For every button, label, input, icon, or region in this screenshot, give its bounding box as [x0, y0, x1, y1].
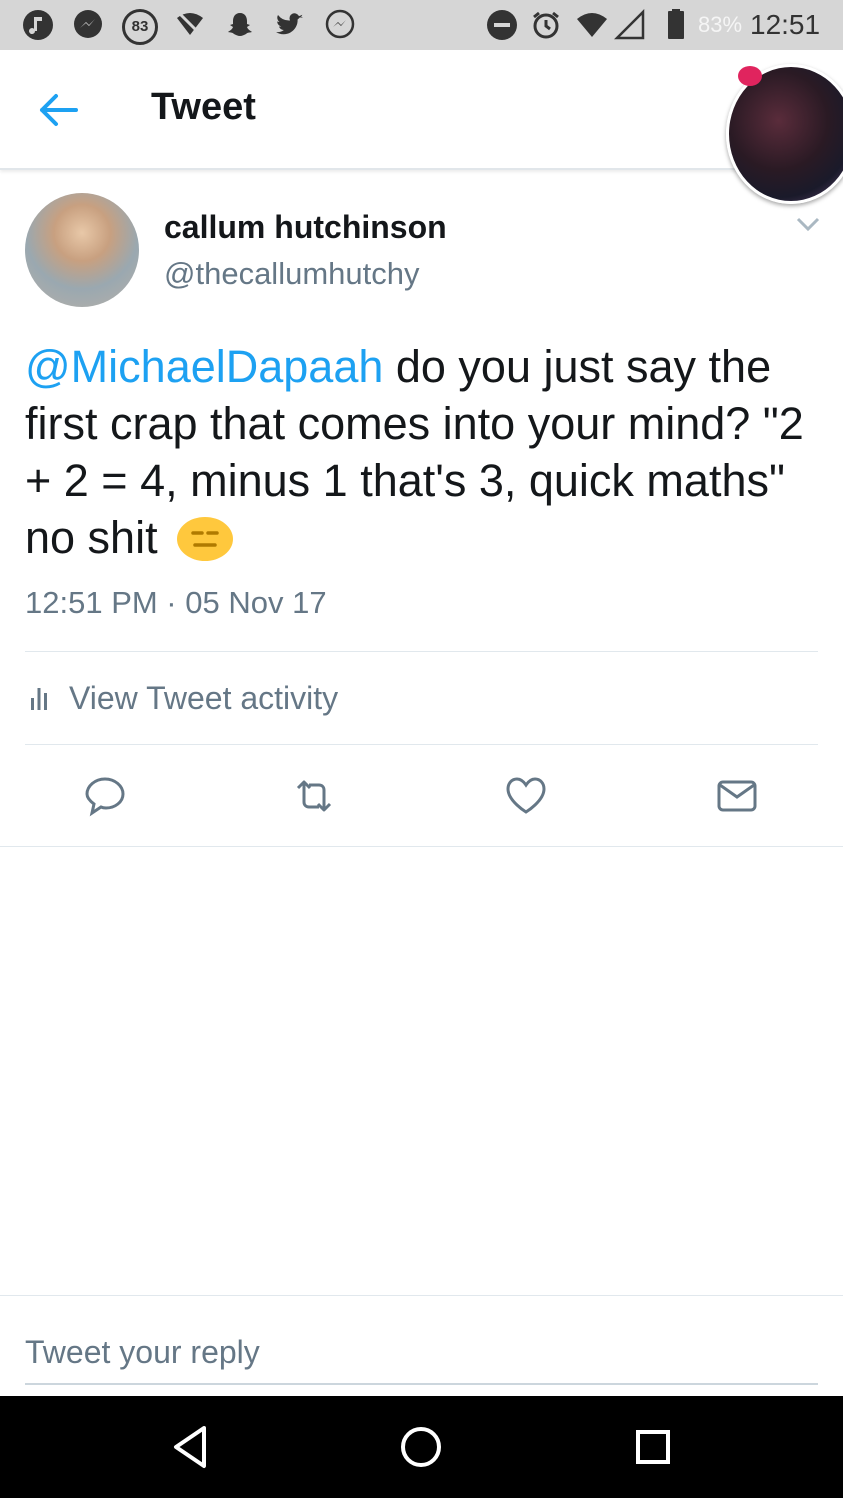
retweet-icon[interactable]: [292, 774, 336, 818]
reply-icon[interactable]: [83, 774, 127, 818]
tweet-text: @MichaelDapaah do you just say the first…: [25, 338, 825, 566]
messenger-icon: [74, 10, 102, 38]
messenger-outline-icon: [325, 9, 355, 39]
alarm-icon: [533, 11, 559, 39]
dnd-icon: [487, 10, 517, 40]
reply-input-underline: [25, 1383, 818, 1385]
back-triangle-icon[interactable]: [164, 1420, 218, 1474]
divider: [25, 744, 818, 745]
arrow-left-icon[interactable]: [36, 90, 80, 130]
view-tweet-activity-label: View Tweet activity: [69, 679, 339, 716]
status-bar: 83 83% 12:51: [0, 0, 843, 50]
author-display-name[interactable]: callum hutchinson: [164, 209, 447, 246]
twitter-icon: [276, 13, 303, 35]
signal-icon: [614, 9, 645, 40]
reply-input[interactable]: [25, 1322, 818, 1382]
music-icon: [23, 10, 53, 40]
recents-square-icon[interactable]: [626, 1420, 680, 1474]
battery-icon: [668, 9, 684, 39]
home-circle-icon[interactable]: [394, 1420, 448, 1474]
section-divider: [0, 846, 843, 847]
section-divider: [0, 1295, 843, 1296]
bar-chart-icon: [31, 688, 47, 710]
view-tweet-activity-link[interactable]: View Tweet activity: [25, 675, 338, 721]
chevron-down-icon[interactable]: [794, 214, 822, 234]
notification-count-badge: 83: [122, 9, 158, 45]
like-icon[interactable]: [504, 774, 548, 818]
wifi-off-icon: [177, 12, 204, 38]
page-title: Tweet: [151, 86, 256, 128]
app-header: Tweet: [0, 50, 843, 170]
divider: [25, 651, 818, 652]
tweet-timestamp: 12:51 PM · 05 Nov 17: [25, 585, 327, 620]
expressionless-face-emoji: [177, 517, 234, 561]
author-avatar[interactable]: [25, 193, 139, 307]
profile-avatar-button[interactable]: [726, 64, 843, 204]
battery-percent: 83%: [698, 12, 743, 37]
author-handle[interactable]: @thecallumhutchy: [164, 256, 419, 292]
navigation-bar: [0, 1396, 843, 1498]
direct-message-icon[interactable]: [715, 774, 759, 818]
snapchat-icon: [228, 13, 252, 36]
notification-dot: [738, 66, 762, 86]
status-time: 12:51: [750, 9, 821, 40]
wifi-icon: [577, 13, 607, 37]
mention-link[interactable]: @MichaelDapaah: [25, 341, 383, 392]
